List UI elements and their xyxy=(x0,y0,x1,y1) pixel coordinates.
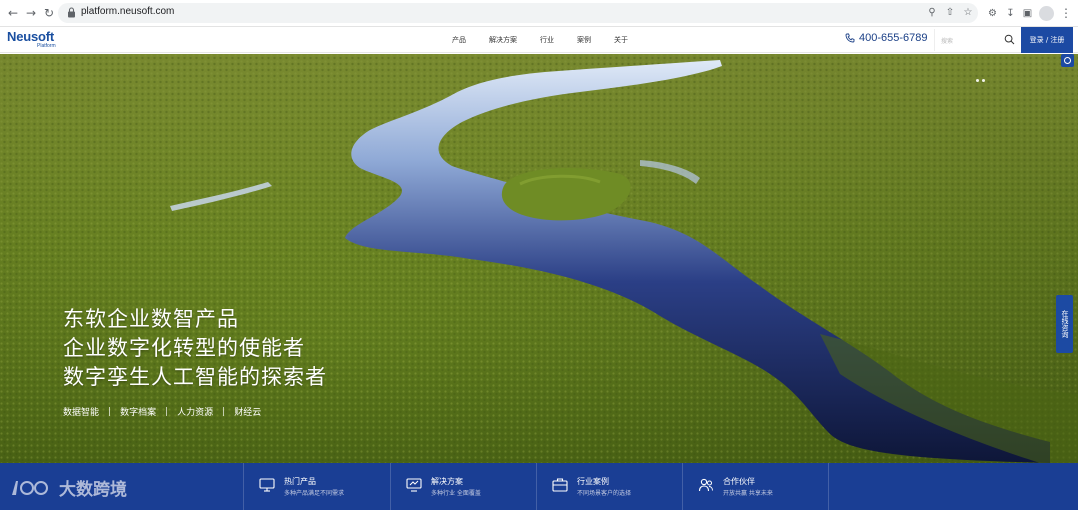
nav-item-products[interactable]: 产品 xyxy=(452,35,466,45)
hero-title-line-2: 企业数字化转型的使能者 xyxy=(63,336,305,360)
hero-headline: 东软企业数智产品 企业数字化转型的使能者 数字孪生人工智能的探索者 xyxy=(63,305,327,392)
search-input[interactable]: 搜索 xyxy=(941,36,953,45)
feature-title: 热门产品 xyxy=(284,477,316,486)
feature-bar: 大数跨境 热门产品 多种产品满足不同需求 解决方案 多种行业 全面覆盖 行业案例… xyxy=(0,463,1078,510)
neusoft-logo[interactable]: Neusoft Platform xyxy=(7,29,56,49)
tag-separator: | xyxy=(165,406,169,417)
hero-tag-digital-archive[interactable]: 数字档案 xyxy=(120,405,156,418)
hero-tag-finance-cloud[interactable]: 财经云 xyxy=(234,405,261,418)
feature-desc: 不同场景客户的选择 xyxy=(577,490,632,497)
browser-menu-icon[interactable]: ⋮ xyxy=(1060,6,1072,21)
nav-item-solutions[interactable]: 解决方案 xyxy=(489,35,517,45)
forward-icon[interactable]: → xyxy=(24,6,38,20)
feature-partners[interactable]: 合作伙伴 开放共赢 共享未来 xyxy=(682,463,829,510)
feature-industry-cases[interactable]: 行业案例 不同场景客户的选择 xyxy=(536,463,682,510)
feature-solutions[interactable]: 解决方案 多种行业 全面覆盖 xyxy=(390,463,536,510)
monitor-icon xyxy=(259,478,275,492)
feature-desc: 多种行业 全面覆盖 xyxy=(431,490,481,497)
feature-title: 解决方案 xyxy=(431,477,463,486)
hero-tag-hr[interactable]: 人力资源 xyxy=(177,405,213,418)
hero-title-line-1: 东软企业数智产品 xyxy=(63,307,239,331)
tag-separator: | xyxy=(222,406,226,417)
logo-sub: Platform xyxy=(37,43,56,49)
customer-service-icon[interactable] xyxy=(1061,54,1074,67)
online-consult-button[interactable]: 在线咨询 xyxy=(1056,295,1073,353)
search-box[interactable]: 搜索 xyxy=(934,29,1019,51)
feature-desc: 多种产品满足不同需求 xyxy=(284,490,345,497)
hero-tags: 数据智能 | 数字档案 | 人力资源 | 财经云 xyxy=(63,405,261,419)
briefcase-icon xyxy=(552,478,568,492)
partners-icon xyxy=(698,478,713,492)
share-icon[interactable]: ⇧ xyxy=(944,7,956,19)
profile-avatar-icon[interactable] xyxy=(1039,6,1054,21)
hero-landscape-image xyxy=(0,54,1078,463)
carousel-dot[interactable] xyxy=(976,79,979,82)
phone-number[interactable]: 400-655-6789 xyxy=(859,32,928,44)
zoom-icon[interactable]: ⚲ xyxy=(926,7,938,19)
site-header: Neusoft Platform 产品 解决方案 行业 案例 关于 400-65… xyxy=(0,27,1078,53)
main-nav: 产品 解决方案 行业 案例 关于 xyxy=(452,35,651,45)
side-panel-icon[interactable]: ▣ xyxy=(1021,7,1034,20)
url-text[interactable]: platform.neusoft.com xyxy=(81,6,174,17)
hero-title-line-3: 数字孪生人工智能的探索者 xyxy=(63,365,327,389)
nav-item-cases[interactable]: 案例 xyxy=(577,35,591,45)
tag-separator: | xyxy=(108,406,112,417)
address-bar[interactable]: platform.neusoft.com ⚲ ⇧ ☆ xyxy=(58,3,978,23)
carousel-dot[interactable] xyxy=(982,79,985,82)
download-icon[interactable]: ↧ xyxy=(1004,7,1017,20)
reload-icon[interactable]: ↻ xyxy=(42,6,56,20)
login-button[interactable]: 登录 / 注册 xyxy=(1021,27,1073,53)
feature-hot-products[interactable]: 热门产品 多种产品满足不同需求 xyxy=(243,463,390,510)
feature-desc: 开放共赢 共享未来 xyxy=(723,490,773,497)
watermark-logo-icon xyxy=(12,480,48,495)
extensions-icon[interactable]: ⚙ xyxy=(986,7,999,20)
hero-tag-data-intelligence[interactable]: 数据智能 xyxy=(63,405,99,418)
watermark: 大数跨境 xyxy=(10,475,127,500)
browser-toolbar: ← → ↻ platform.neusoft.com ⚲ ⇧ ☆ ⚙ ↧ ▣ ⋮ xyxy=(0,0,1078,27)
solution-screen-icon xyxy=(406,478,422,492)
back-icon[interactable]: ← xyxy=(6,6,20,20)
phone-icon xyxy=(845,33,855,43)
hotline: 400-655-6789 xyxy=(845,32,928,44)
carousel-dots[interactable] xyxy=(976,79,985,82)
nav-item-about[interactable]: 关于 xyxy=(614,35,628,45)
hero-banner: 东软企业数智产品 企业数字化转型的使能者 数字孪生人工智能的探索者 数据智能 |… xyxy=(0,54,1078,463)
watermark-text: 大数跨境 xyxy=(59,480,127,500)
feature-title: 行业案例 xyxy=(577,477,609,486)
logo-brand: Neusoft xyxy=(7,29,54,44)
search-icon[interactable] xyxy=(1004,34,1015,45)
site-info-icon[interactable] xyxy=(67,7,76,18)
feature-title: 合作伙伴 xyxy=(723,477,755,486)
nav-item-industry[interactable]: 行业 xyxy=(540,35,554,45)
bookmark-star-icon[interactable]: ☆ xyxy=(962,7,974,19)
